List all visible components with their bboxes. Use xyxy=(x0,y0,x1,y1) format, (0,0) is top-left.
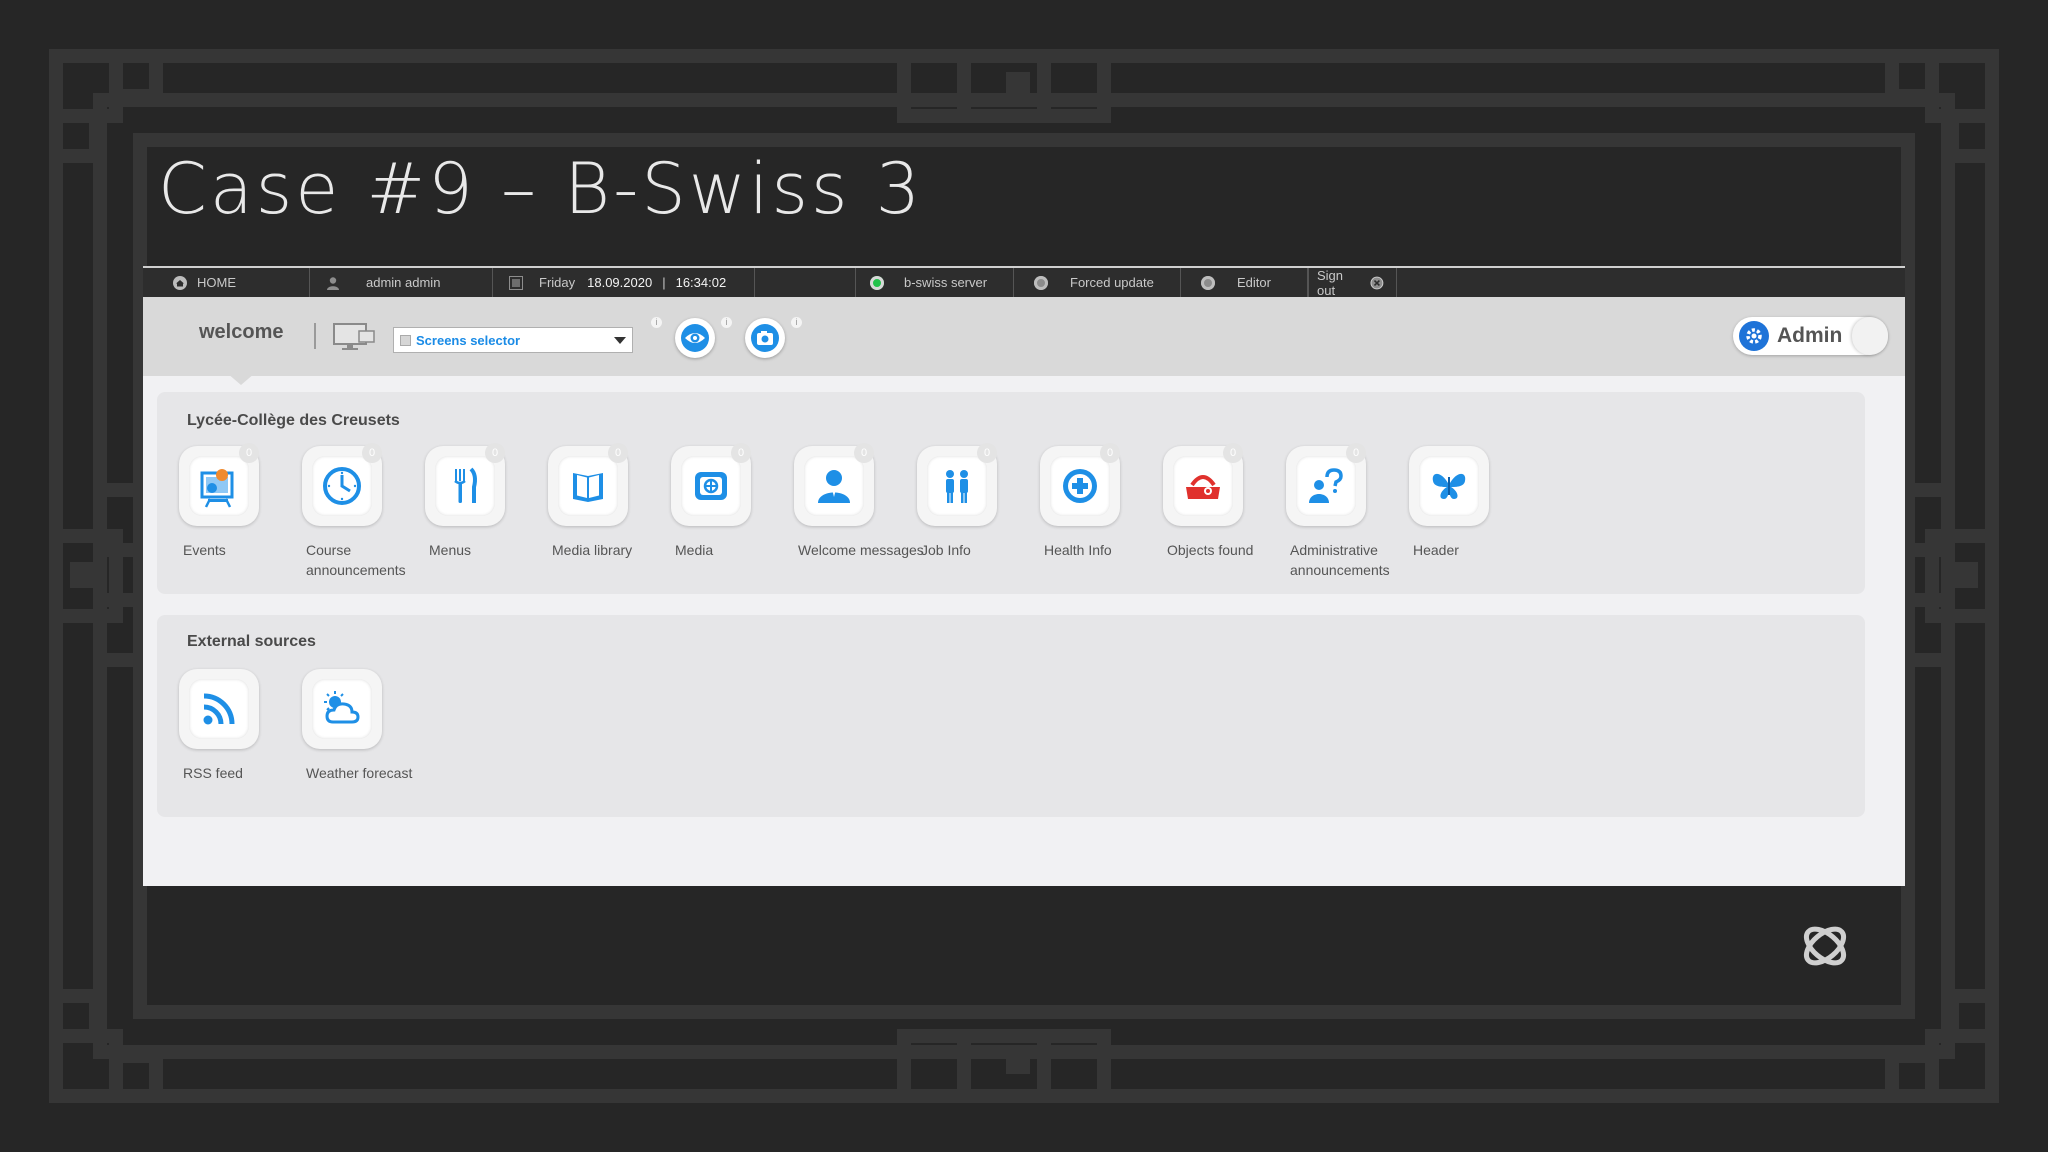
server-status-icon xyxy=(870,275,884,290)
date-value: 18.09.2020 xyxy=(587,275,653,290)
screens-selector-value: Screens selector xyxy=(416,332,521,348)
media-icon xyxy=(695,472,727,500)
events-icon xyxy=(200,469,234,508)
bswiss-app-window: HOME admin admin Friday 18.09.2020 | 16:… xyxy=(143,266,1905,886)
question-person-icon xyxy=(1309,468,1343,503)
slide-title: Case #9 – B-Swiss 3 xyxy=(158,148,924,230)
module-label: Course announcements xyxy=(306,542,406,578)
module-label: Job Info xyxy=(921,542,971,558)
top-status-bar: HOME admin admin Friday 18.09.2020 | 16:… xyxy=(143,266,1905,298)
eye-icon xyxy=(681,324,709,352)
admin-label: Admin xyxy=(1777,324,1843,347)
calendar-icon xyxy=(509,275,523,290)
count-badge: 0 xyxy=(485,443,505,463)
info-icon[interactable]: i xyxy=(651,317,662,328)
brand-logo-icon xyxy=(1803,926,1847,966)
admin-toggle-knob xyxy=(1852,317,1888,355)
screen-checkbox-icon xyxy=(400,334,411,346)
preview-button[interactable] xyxy=(675,318,715,358)
module-label: Weather forecast xyxy=(306,765,413,781)
module-label: Header xyxy=(1413,542,1459,558)
datetime-display: Friday 18.09.2020 | 16:34:02 xyxy=(493,268,755,297)
welcome-label: welcome xyxy=(199,321,284,343)
module-label: Objects found xyxy=(1167,542,1254,558)
editor-button[interactable]: Editor xyxy=(1181,268,1308,297)
main-toolbar: welcome Screens selector i i i Admin xyxy=(143,297,1905,385)
info-icon[interactable]: i xyxy=(791,317,802,328)
screens-monitor-icon xyxy=(333,323,375,350)
forced-update-icon xyxy=(1034,275,1048,290)
editor-icon xyxy=(1201,275,1215,290)
count-badge: 0 xyxy=(608,443,628,463)
count-badge: 0 xyxy=(362,443,382,463)
person-icon xyxy=(818,470,850,503)
module-label: Media library xyxy=(552,542,633,558)
book-icon xyxy=(573,473,603,502)
user-menu[interactable]: admin admin xyxy=(310,268,493,297)
module-label: Health Info xyxy=(1044,542,1112,558)
server-label: b-swiss server xyxy=(904,275,988,290)
module-tile[interactable] xyxy=(302,669,382,749)
topbar-spacer xyxy=(755,268,856,297)
welcome-pointer xyxy=(227,373,255,385)
admin-toggle[interactable]: Admin xyxy=(1733,317,1888,355)
module-label: Welcome messages xyxy=(798,542,924,558)
weather-icon xyxy=(324,691,360,724)
sign-out-label: Sign out xyxy=(1317,267,1344,298)
section-title: Lycée-Collège des Creusets xyxy=(187,412,400,429)
module-label: RSS feed xyxy=(183,765,243,781)
section-panel: Lycée-Collège des Creusets 0 Events 0 Co… xyxy=(157,392,1865,594)
forced-update-button[interactable]: Forced update xyxy=(1014,268,1181,297)
module-tile[interactable] xyxy=(179,669,259,749)
sign-out-button[interactable]: Sign out xyxy=(1308,267,1397,298)
count-badge: 0 xyxy=(239,443,259,463)
module-label: Menus xyxy=(429,542,472,558)
user-icon xyxy=(327,276,339,290)
camera-icon xyxy=(751,324,779,352)
forced-update-label: Forced update xyxy=(1070,275,1154,290)
health-plus-icon xyxy=(1063,469,1097,503)
time-value: 16:34:02 xyxy=(675,275,727,290)
gear-icon xyxy=(1739,321,1769,351)
count-badge: 0 xyxy=(977,443,997,463)
clock-icon xyxy=(323,467,361,505)
fork-knife-icon xyxy=(454,467,477,503)
home-label: HOME xyxy=(197,275,236,290)
rss-icon xyxy=(203,693,235,725)
info-icon[interactable]: i xyxy=(721,317,732,328)
editor-label: Editor xyxy=(1237,275,1271,290)
count-badge: 0 xyxy=(731,443,751,463)
chevron-down-icon xyxy=(614,337,626,344)
count-badge: 0 xyxy=(1223,443,1243,463)
toolbar-divider xyxy=(314,323,316,349)
server-status[interactable]: b-swiss server xyxy=(856,268,1014,297)
count-badge: 0 xyxy=(854,443,874,463)
home-icon xyxy=(173,275,187,290)
module-label: Administrative announcements xyxy=(1290,542,1390,578)
screenshot-button[interactable] xyxy=(745,318,785,358)
screens-selector-dropdown[interactable]: Screens selector xyxy=(393,327,633,353)
close-circle-icon xyxy=(1370,276,1384,289)
day-label: Friday xyxy=(539,275,576,290)
count-badge: 0 xyxy=(1100,443,1120,463)
module-label: Media xyxy=(675,542,714,558)
people-icon xyxy=(946,470,968,503)
module-label: Events xyxy=(183,542,226,558)
user-name: admin admin xyxy=(366,275,441,290)
home-link[interactable]: HOME xyxy=(143,268,310,297)
module-tile[interactable] xyxy=(1409,446,1489,526)
section-title: External sources xyxy=(187,633,316,650)
section-panel: External sources RSS feed Weather foreca… xyxy=(157,615,1865,817)
datetime-separator: | xyxy=(662,275,666,290)
butterfly-icon xyxy=(1432,473,1466,499)
lost-bag-icon xyxy=(1186,475,1220,499)
count-badge: 0 xyxy=(1346,443,1366,463)
